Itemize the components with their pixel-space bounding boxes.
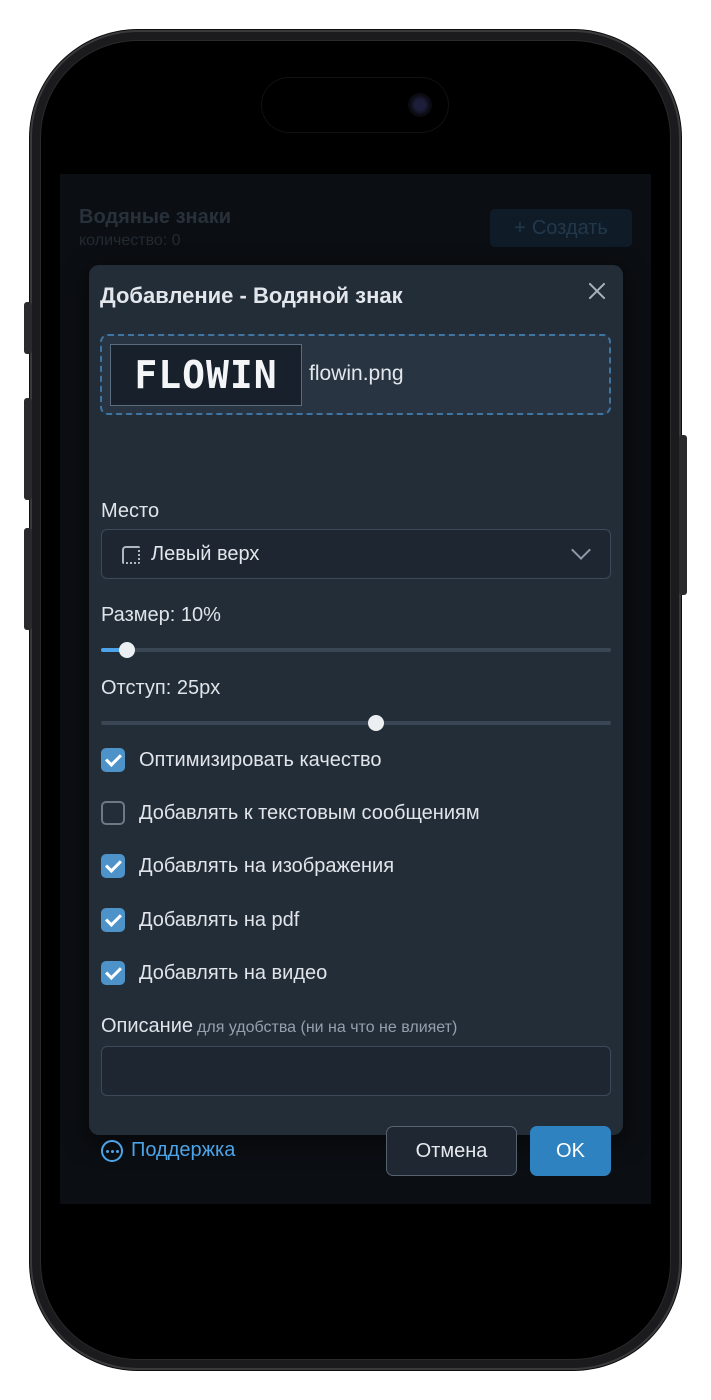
checkbox-images[interactable]: Добавлять на изображения	[101, 852, 394, 880]
cancel-button[interactable]: Отмена	[386, 1126, 517, 1176]
chat-bubble-icon	[101, 1139, 123, 1162]
position-select[interactable]: Левый верх	[101, 529, 611, 579]
support-link[interactable]: Поддержка	[101, 1139, 235, 1162]
support-label: Поддержка	[131, 1139, 236, 1161]
background-page: Водяные знаки количество: 0 + Создать До…	[60, 174, 651, 1204]
action-button	[24, 302, 32, 354]
checkbox-label: Добавлять на видео	[139, 961, 328, 984]
dynamic-island	[262, 78, 448, 132]
position-label: Место	[101, 500, 160, 522]
ok-button[interactable]: OK	[530, 1126, 611, 1176]
offset-slider[interactable]	[101, 713, 611, 733]
checkbox-label: Добавлять на pdf	[139, 908, 300, 931]
offset-slider-thumb[interactable]	[368, 715, 384, 731]
checkbox-box[interactable]	[101, 908, 125, 932]
top-left-corner-icon	[122, 546, 140, 564]
add-watermark-dialog: Добавление - Водяной знак FLOWIN flowin.…	[89, 265, 623, 1176]
offset-slider-track	[101, 721, 611, 725]
camera-icon	[408, 93, 432, 117]
description-input[interactable]	[101, 1046, 611, 1096]
checkbox-box[interactable]	[101, 961, 125, 985]
chevron-down-icon	[571, 540, 591, 560]
checkbox-label: Добавлять на изображения	[139, 854, 395, 877]
logo-image: FLOWIN	[134, 353, 278, 397]
checkbox-label: Оптимизировать качество	[139, 748, 382, 771]
close-icon[interactable]	[585, 279, 609, 303]
checkbox-video[interactable]: Добавлять на видео	[101, 959, 327, 987]
dialog-title: Добавление - Водяной знак	[100, 283, 403, 308]
offset-label: Отступ: 25px	[101, 677, 221, 699]
position-selected-value: Левый верх	[151, 543, 260, 565]
volume-up-button	[24, 398, 32, 500]
screen: Водяные знаки количество: 0 + Создать До…	[60, 60, 651, 1340]
size-slider[interactable]	[101, 640, 611, 660]
size-slider-track	[101, 648, 611, 652]
checkbox-text-messages[interactable]: Добавлять к текстовым сообщениям	[101, 799, 480, 827]
checkbox-pdf[interactable]: Добавлять на pdf	[101, 906, 299, 934]
description-hint: для удобства (ни на что не влияет)	[197, 1019, 458, 1036]
checkbox-box[interactable]	[101, 748, 125, 772]
checkbox-optimize-quality[interactable]: Оптимизировать качество	[101, 746, 382, 774]
size-slider-thumb[interactable]	[119, 642, 135, 658]
checkbox-label: Добавлять к текстовым сообщениям	[139, 801, 480, 824]
size-label: Размер: 10%	[101, 604, 221, 626]
volume-down-button	[24, 528, 32, 630]
checkbox-box[interactable]	[101, 801, 125, 825]
description-label: Описание для удобства (ни на что не влияе…	[101, 1015, 457, 1038]
power-button	[679, 435, 687, 595]
description-title: Описание	[101, 1015, 194, 1037]
checkbox-box[interactable]	[101, 854, 125, 878]
watermark-preview: FLOWIN	[110, 344, 302, 406]
file-name: flowin.png	[309, 362, 404, 385]
file-dropzone[interactable]: FLOWIN flowin.png	[100, 334, 611, 415]
